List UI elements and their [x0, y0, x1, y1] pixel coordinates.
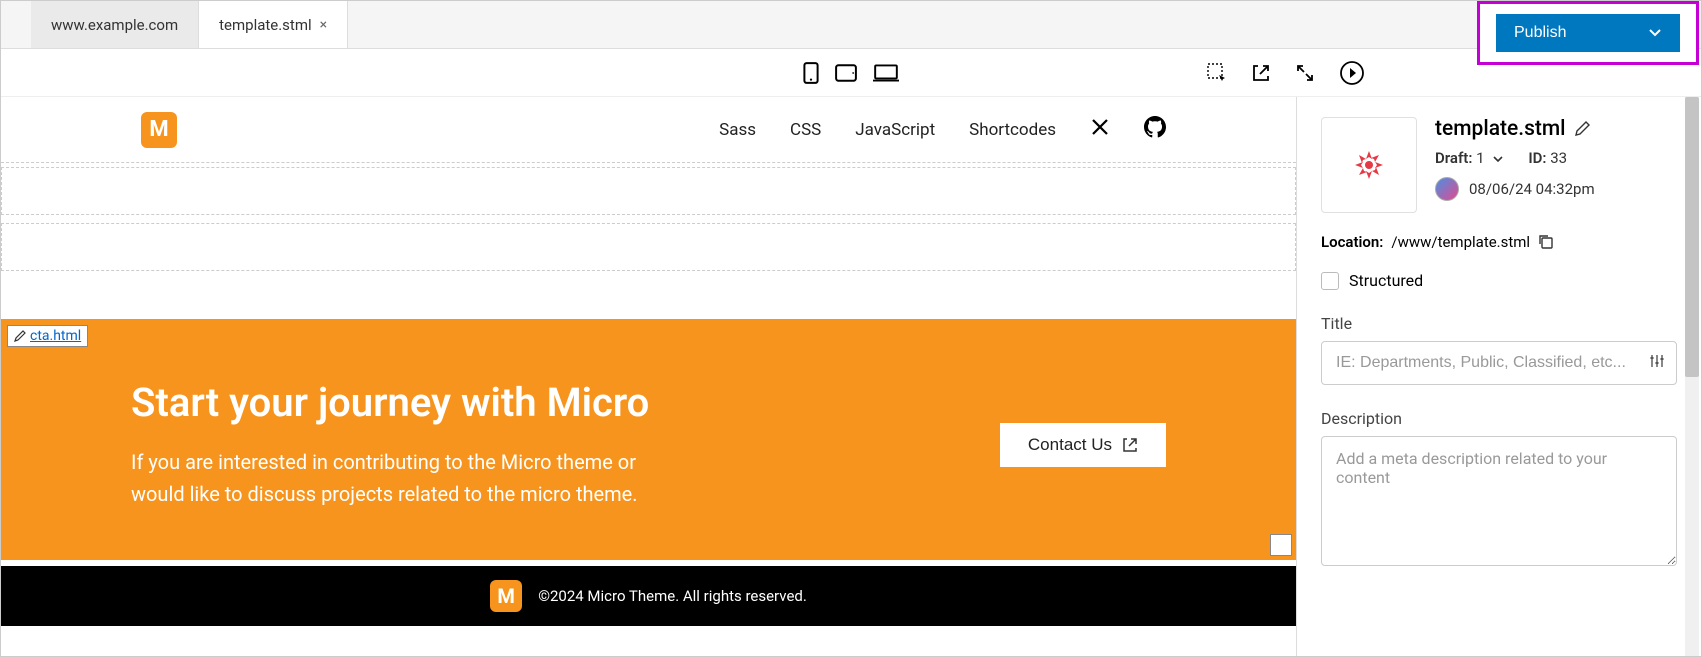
chevron-down-icon	[1648, 25, 1662, 41]
pencil-icon	[14, 330, 26, 342]
device-switcher	[803, 62, 899, 84]
play-next-icon[interactable]	[1339, 60, 1365, 86]
site-header: M Sass CSS JavaScript Shortcodes	[1, 97, 1296, 163]
nav-js[interactable]: JavaScript	[855, 120, 935, 140]
nav-shortcodes[interactable]: Shortcodes	[969, 120, 1056, 140]
action-icons	[1207, 60, 1365, 86]
placeholder-block	[1, 167, 1296, 215]
chevron-down-icon[interactable]	[1492, 155, 1504, 163]
external-link-icon[interactable]	[1251, 63, 1271, 83]
desktop-icon[interactable]	[873, 62, 899, 84]
tablet-icon[interactable]	[835, 62, 857, 84]
cta-section: cta.html Start your journey with Micro I…	[1, 319, 1296, 560]
scrollbar[interactable]	[1685, 97, 1699, 656]
contact-button[interactable]: Contact Us	[1000, 423, 1166, 467]
nav-css[interactable]: CSS	[790, 120, 821, 140]
cta-body: If you are interested in contributing to…	[131, 446, 651, 510]
pencil-icon[interactable]	[1574, 121, 1590, 137]
close-icon[interactable]: ✕	[1270, 534, 1292, 556]
file-name: template.stml	[1435, 117, 1677, 141]
location-row: Location: /www/template.stml	[1321, 233, 1677, 251]
x-icon[interactable]	[1090, 117, 1110, 142]
mobile-icon[interactable]	[803, 62, 819, 84]
checkbox[interactable]	[1321, 272, 1339, 290]
structured-checkbox-row[interactable]: Structured	[1321, 271, 1677, 290]
site-footer: M ©2024 Micro Theme. All rights reserved…	[1, 566, 1296, 626]
tabs-bar: www.example.com template.stml ×	[1, 1, 1701, 49]
logo[interactable]: M	[141, 112, 177, 148]
properties-panel: template.stml Draft: 1 ID: 33 08/06/24 0…	[1297, 97, 1701, 656]
logo: M	[490, 580, 522, 612]
nav-sass[interactable]: Sass	[719, 120, 756, 140]
preview-area: M Sass CSS JavaScript Shortcodes cta.htm…	[1, 97, 1297, 656]
avatar	[1435, 177, 1459, 201]
cta-heading: Start your journey with Micro	[131, 379, 1000, 426]
external-link-icon	[1122, 437, 1138, 453]
tab-template[interactable]: template.stml ×	[199, 1, 348, 48]
file-thumbnail	[1321, 117, 1417, 213]
close-icon[interactable]: ×	[320, 17, 327, 33]
footer-text: ©2024 Micro Theme. All rights reserved.	[538, 587, 807, 605]
title-input[interactable]	[1321, 341, 1677, 385]
publish-container: Publish	[1477, 1, 1699, 65]
toolbar: Publish	[1, 49, 1701, 97]
description-label: Description	[1321, 409, 1677, 428]
tab-example[interactable]: www.example.com	[31, 1, 199, 48]
description-input[interactable]	[1321, 436, 1677, 566]
timestamp: 08/06/24 04:32pm	[1469, 180, 1595, 198]
github-icon[interactable]	[1144, 116, 1166, 143]
nav-links: Sass CSS JavaScript Shortcodes	[719, 116, 1166, 143]
selection-icon[interactable]	[1207, 63, 1227, 83]
placeholder-block	[1, 223, 1296, 271]
publish-button[interactable]: Publish	[1496, 14, 1680, 52]
fullscreen-icon[interactable]	[1295, 63, 1315, 83]
title-label: Title	[1321, 314, 1677, 333]
edit-tag[interactable]: cta.html	[7, 325, 88, 347]
adjust-icon[interactable]	[1649, 353, 1665, 373]
copy-icon[interactable]	[1538, 234, 1554, 250]
